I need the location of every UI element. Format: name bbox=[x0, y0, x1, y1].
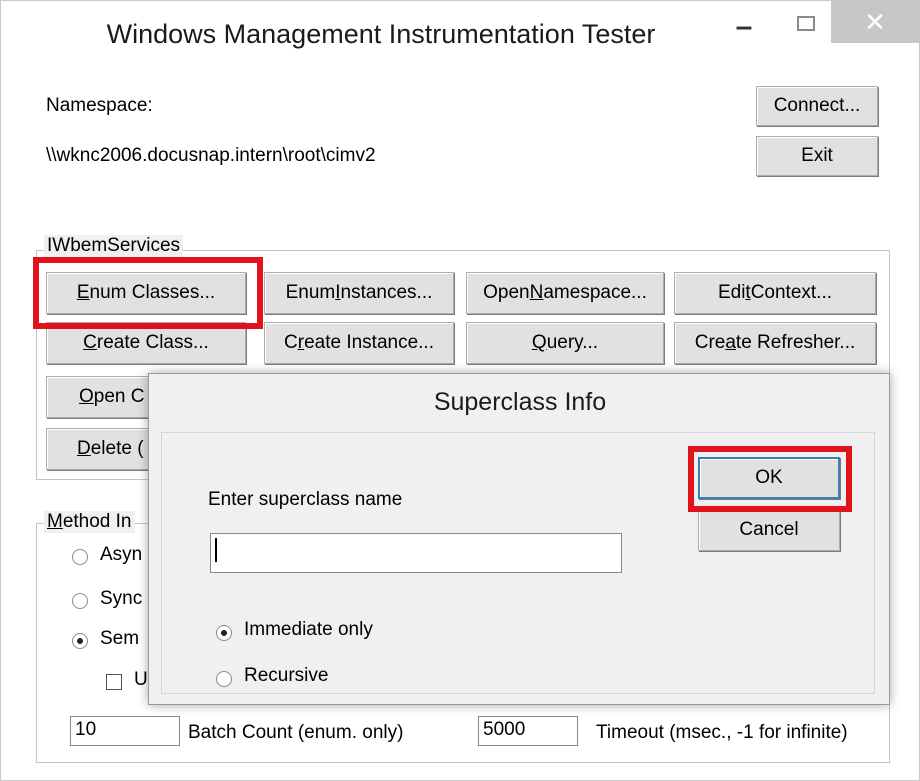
create-class-label-accel: C bbox=[83, 332, 97, 353]
superclass-prompt: Enter superclass name bbox=[208, 489, 403, 510]
radio-sync[interactable] bbox=[72, 593, 88, 609]
close-button[interactable]: ✕ bbox=[831, 1, 919, 43]
radio-immediate-only-label: Immediate only bbox=[244, 619, 373, 640]
title-bar[interactable]: Windows Management Instrumentation Teste… bbox=[1, 1, 919, 79]
radio-recursive-label: Recursive bbox=[244, 665, 329, 686]
query-label-accel: Q bbox=[531, 332, 547, 353]
create-refresher-button[interactable]: Cre a te Refresher... bbox=[674, 322, 876, 364]
use-checkbox-label: U bbox=[134, 669, 148, 690]
dialog-title: Superclass Info bbox=[433, 388, 607, 416]
method-group-label-text: ethod In bbox=[62, 511, 132, 532]
query-label: uery... bbox=[546, 332, 599, 353]
enum-classes-highlight bbox=[33, 257, 263, 329]
query-button[interactable]: Query... bbox=[466, 322, 664, 364]
connect-button[interactable]: Connect... bbox=[756, 86, 878, 126]
cancel-button[interactable]: Cancel bbox=[698, 509, 840, 551]
radio-immediate-only[interactable] bbox=[216, 625, 232, 641]
edit-context-button[interactable]: Edi t Context... bbox=[674, 272, 876, 314]
maximize-icon bbox=[797, 16, 815, 31]
namespace-label: Namespace: bbox=[46, 95, 153, 116]
create-refresher-label: te Refresher... bbox=[735, 332, 856, 353]
open-namespace-button[interactable]: Open Namespace... bbox=[466, 272, 664, 314]
open-class-label-accel: O bbox=[79, 386, 94, 407]
enum-instances-button[interactable]: Enum Instances... bbox=[264, 272, 454, 314]
radio-semisync-label: Sem bbox=[100, 628, 140, 649]
radio-async[interactable] bbox=[72, 549, 88, 565]
use-checkbox[interactable] bbox=[106, 674, 122, 690]
enum-instances-label-pre: Enum bbox=[285, 282, 336, 303]
open-class-label: pen C bbox=[93, 386, 145, 407]
window-title: Windows Management Instrumentation Teste… bbox=[106, 19, 656, 49]
create-instance-label: eate Instance... bbox=[304, 332, 434, 353]
delete-class-label: elete ( bbox=[90, 438, 144, 459]
edit-context-label: Context... bbox=[750, 282, 833, 303]
text-caret bbox=[215, 538, 217, 562]
radio-sync-label: Sync bbox=[100, 588, 143, 609]
services-group-label: IWbemServices bbox=[44, 235, 184, 257]
open-namespace-label: amespace... bbox=[543, 282, 647, 303]
method-group-label-accel: M bbox=[47, 511, 63, 532]
open-namespace-label-pre: Open bbox=[483, 282, 530, 303]
radio-recursive[interactable] bbox=[216, 671, 232, 687]
batch-count-input[interactable]: 10 bbox=[70, 716, 180, 746]
exit-button[interactable]: Exit bbox=[756, 136, 878, 176]
create-class-label: reate Class... bbox=[96, 332, 209, 353]
create-instance-label-pre: C bbox=[284, 332, 298, 353]
radio-semisync[interactable] bbox=[72, 633, 88, 649]
create-refresher-label-pre: Cre bbox=[694, 332, 726, 353]
create-refresher-label-accel: a bbox=[725, 332, 736, 353]
timeout-label: Timeout (msec., -1 for infinite) bbox=[596, 722, 848, 743]
maximize-button[interactable] bbox=[783, 7, 829, 47]
method-group-label: Method In bbox=[44, 511, 135, 533]
ok-highlight bbox=[688, 446, 852, 512]
enum-instances-label: nstances... bbox=[340, 282, 433, 303]
superclass-input[interactable] bbox=[210, 533, 622, 573]
create-instance-button[interactable]: Cr eate Instance... bbox=[264, 322, 454, 364]
delete-class-label-accel: D bbox=[77, 438, 91, 459]
open-namespace-label-accel: N bbox=[529, 282, 544, 303]
superclass-dialog: Superclass Info Enter superclass name Im… bbox=[148, 373, 890, 705]
timeout-input[interactable]: 5000 bbox=[478, 716, 578, 746]
edit-context-label-pre: Edi bbox=[717, 282, 746, 303]
minimize-button[interactable]: – bbox=[719, 7, 769, 47]
namespace-value: \\wknc2006.docusnap.intern\root\cimv2 bbox=[46, 145, 376, 166]
batch-count-label: Batch Count (enum. only) bbox=[188, 722, 404, 743]
radio-async-label: Asyn bbox=[100, 544, 143, 565]
